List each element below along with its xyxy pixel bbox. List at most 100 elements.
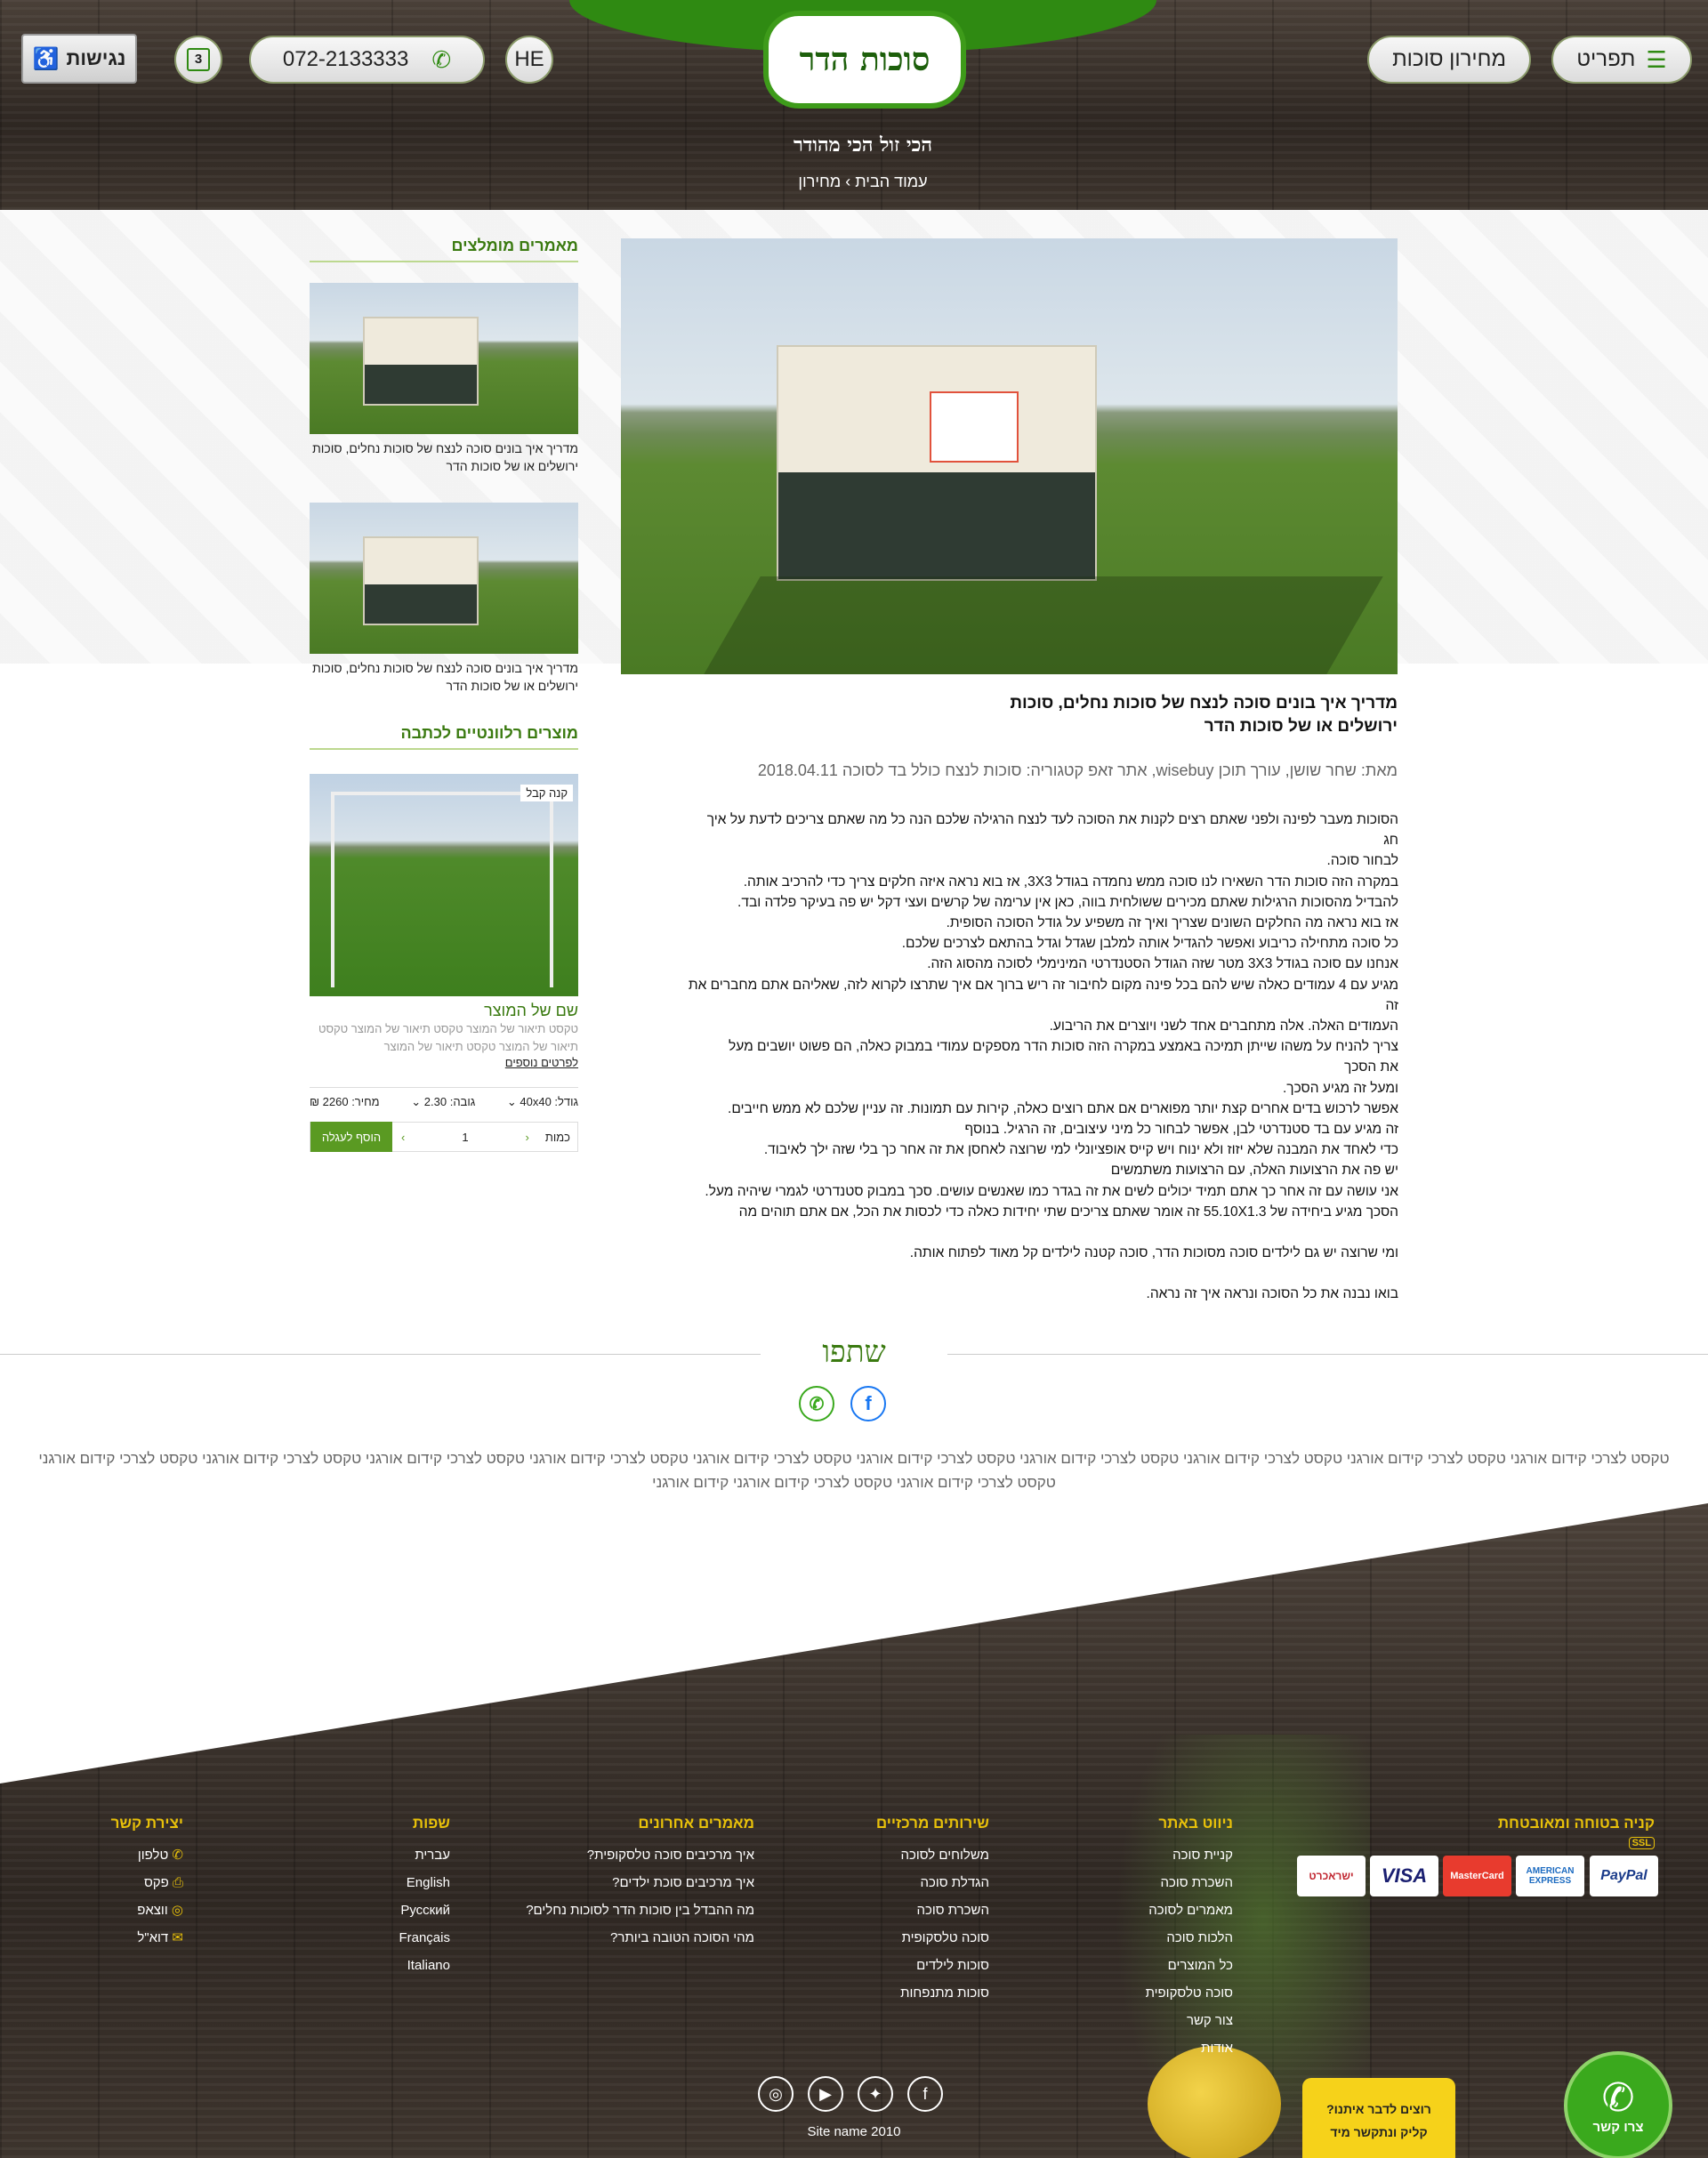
product-more-link[interactable]: לפרטים נוספים	[310, 1056, 578, 1069]
callback-line1: רוצים לדבר איתנו?	[1326, 2102, 1431, 2116]
recommended-article-caption: מדריך איך בונים סוכה לנצח של סוכות נחלים…	[312, 441, 578, 473]
qty-increase-icon[interactable]: ‹	[517, 1131, 538, 1144]
ssl-icon: SSL	[1628, 1837, 1655, 1849]
breadcrumb[interactable]: עמוד הבית › מחירון	[676, 173, 1050, 191]
recommended-article-card[interactable]: מדריך איך בונים סוכה לנצח של סוכות נחלים…	[310, 283, 578, 475]
footer-services-column: שירותים מרכזיים משלוחים לסוכה הגדלת סוכה…	[854, 1815, 989, 2007]
article-paragraph: זה	[1385, 997, 1398, 1013]
footer-nav-link[interactable]: כל המוצרים	[1068, 1952, 1233, 1979]
footer-nav-link[interactable]: השכרת סוכה	[1068, 1869, 1233, 1896]
youtube-icon[interactable]: ▶	[808, 2076, 843, 2112]
related-products-title: מוצרים רלוונטיים לכתבה	[310, 724, 578, 750]
pricelist-button[interactable]: מחירון סוכות	[1367, 36, 1531, 84]
quantity-input[interactable]: 1	[414, 1131, 516, 1144]
article-paragraph: הסוכות מעבר לפינה ולפני שאתם רצים לקנות …	[706, 812, 1398, 827]
slogan: הכי זול הכי מהודר	[793, 133, 933, 157]
facebook-icon[interactable]: f	[907, 2076, 943, 2112]
quantity-row: כמות ‹ 1 › הוסף לעגלה	[310, 1122, 578, 1152]
twitter-icon[interactable]: ✦	[858, 2076, 893, 2112]
phone-icon: ✆	[172, 1848, 183, 1863]
footer-article-link[interactable]: מה ההבדל בין סוכות הדר לסוכות נחלים?	[498, 1896, 754, 1924]
article-paragraph	[676, 1222, 1398, 1243]
facebook-share-icon[interactable]: f	[850, 1386, 886, 1421]
footer-language-link[interactable]: Italiano	[374, 1952, 450, 1979]
footer-contact-column: יצירת קשר ✆ טלפון ⎙ פקס ◎ ווצאפ ✉ דוא"ל	[98, 1815, 183, 1952]
product-description: טקסט תיאור של המוצר טקסט תיאור של המוצר …	[318, 1022, 578, 1053]
accessibility-label: נגישות	[66, 47, 126, 69]
article-paragraph: לבחור סוכה.	[1326, 853, 1398, 869]
footer-nav-link[interactable]: קניית סוכה	[1068, 1841, 1233, 1869]
product-name[interactable]: שם של המוצר	[310, 1002, 578, 1020]
product-image[interactable]: קנה קבל	[310, 774, 578, 996]
footer-service-link[interactable]: סוכות מתנפחות	[854, 1979, 989, 2007]
quantity-label: כמות	[544, 1130, 570, 1144]
footer-language-link[interactable]: Français	[374, 1924, 450, 1952]
callback-line2: קליק ונתקשר מיד	[1330, 2125, 1428, 2139]
accessibility-button[interactable]: נגישות ♿	[21, 34, 137, 84]
footer-language-link[interactable]: עברית	[374, 1841, 450, 1869]
footer-nav-link[interactable]: צור קשר	[1068, 2007, 1233, 2034]
copyright: Site name 2010	[807, 2124, 901, 2139]
footer-article-link[interactable]: איך מרכיבים סוכה טלסקופית?	[498, 1841, 754, 1869]
article-paragraph: אפשר לרכוש בדים אחרים קצת יותר מפוארים א…	[728, 1100, 1398, 1116]
footer-article-link[interactable]: איך מרכיבים סוכת ילדים?	[498, 1869, 754, 1896]
cart-button[interactable]: 3	[174, 36, 222, 84]
footer-contact-email[interactable]: ✉ דוא"ל	[98, 1924, 183, 1952]
footer-languages-title: שפות	[412, 1815, 450, 1832]
recommended-article-image	[310, 283, 578, 434]
qty-decrease-icon[interactable]: ›	[392, 1131, 414, 1144]
footer-contact-whatsapp[interactable]: ◎ ווצאפ	[98, 1896, 183, 1924]
hamburger-icon: ☰	[1646, 45, 1667, 73]
footer-nav-link[interactable]: הלכות סוכה	[1068, 1924, 1233, 1952]
whatsapp-icon: ✆	[1601, 2075, 1635, 2120]
product-specs: גודל: 40x40 ⌄ גובה: 2.30 ⌄ מחיר: 2260 ₪	[310, 1087, 578, 1109]
share-title: שתפו	[761, 1334, 947, 1370]
product-height-select[interactable]: גובה: 2.30 ⌄	[411, 1095, 475, 1109]
footer-service-link[interactable]: השכרת סוכה	[854, 1896, 989, 1924]
footer-services-title: שירותים מרכזיים	[875, 1815, 989, 1832]
site-logo[interactable]: סוכות הדר	[763, 11, 966, 109]
footer-service-link[interactable]: משלוחים לסוכה	[854, 1841, 989, 1869]
menu-button[interactable]: ☰ תפריט	[1551, 36, 1692, 84]
add-to-cart-button[interactable]: הוסף לעגלה	[310, 1122, 392, 1152]
article-paragraph: כדי לאחד את המבנה שלא יזוז ולא ינוח ויש …	[763, 1142, 1398, 1158]
callback-cta[interactable]: רוצים לדבר איתנו? קליק ונתקשר מיד	[1302, 2078, 1455, 2158]
footer-contact-phone[interactable]: ✆ טלפון	[98, 1841, 183, 1869]
article-body: הסוכות מעבר לפינה ולפני שאתם רצים לקנות …	[676, 809, 1398, 1304]
article-paragraph: אנחנו עם סוכה בגודל 3X3 מטר שזה הגודל הס…	[927, 956, 1398, 972]
footer-article-link[interactable]: מהי הסוכה הטובה ביותר?	[498, 1924, 754, 1952]
article-hero-image	[621, 238, 1398, 674]
footer-language-link[interactable]: Русский	[374, 1896, 450, 1924]
language-switcher[interactable]: HE	[505, 36, 553, 84]
phone-button[interactable]: ✆ 072-2133333	[249, 36, 485, 84]
footer-contact-title: יצירת קשר	[110, 1815, 183, 1832]
footer-service-link[interactable]: סוכה טלסקופית	[854, 1924, 989, 1952]
footer-nav-link[interactable]: מאמרים לסוכה	[1068, 1896, 1233, 1924]
site-header: סוכות הדר הכי זול הכי מהודר עמוד הבית › …	[0, 0, 1708, 210]
article-paragraph: מגיע עם 4 עמודים כאלה שיש להם בכל פינה מ…	[688, 977, 1398, 993]
product-price: מחיר: 2260 ₪	[310, 1095, 380, 1108]
recommended-article-card[interactable]: מדריך איך בונים סוכה לנצח של סוכות נחלים…	[310, 503, 578, 695]
footer-nav-link[interactable]: סוכה טלסקופית	[1068, 1979, 1233, 2007]
whatsapp-contact-button[interactable]: ✆ צרו קשר	[1564, 2051, 1672, 2158]
footer-service-link[interactable]: סוכות לילדים	[854, 1952, 989, 1979]
instagram-icon[interactable]: ◎	[758, 2076, 794, 2112]
logo-text: סוכות הדר	[799, 41, 931, 78]
pricelist-label: מחירון סוכות	[1392, 47, 1506, 71]
sukkah-shadow	[704, 576, 1383, 674]
footer-service-link[interactable]: הגדלת סוכה	[854, 1869, 989, 1896]
product-size-select[interactable]: גודל: 40x40 ⌄	[507, 1095, 578, 1109]
email-icon: ✉	[172, 1930, 183, 1945]
isracard-logo: ישראכרט	[1297, 1856, 1366, 1896]
product-card: קנה קבל שם של המוצר טקסט תיאור של המוצר …	[310, 774, 578, 1154]
cart-icon: 3	[187, 48, 210, 71]
whatsapp-share-icon[interactable]: ✆	[799, 1386, 834, 1421]
article-paragraph: במקרה הזה סוכות הדר השאירו לנו סוכה ממש …	[743, 874, 1398, 890]
footer-language-link[interactable]: English	[374, 1869, 450, 1896]
cart-count: 3	[194, 52, 203, 67]
language-label: HE	[514, 47, 544, 71]
article-meta: מאת: שחר שושן, עורך תוכן wisebuy, אתר זא…	[757, 761, 1398, 779]
footer-nav-link[interactable]: אודות	[1068, 2034, 1233, 2062]
frame-illustration	[331, 792, 553, 987]
footer-contact-fax[interactable]: ⎙ פקס	[98, 1869, 183, 1896]
